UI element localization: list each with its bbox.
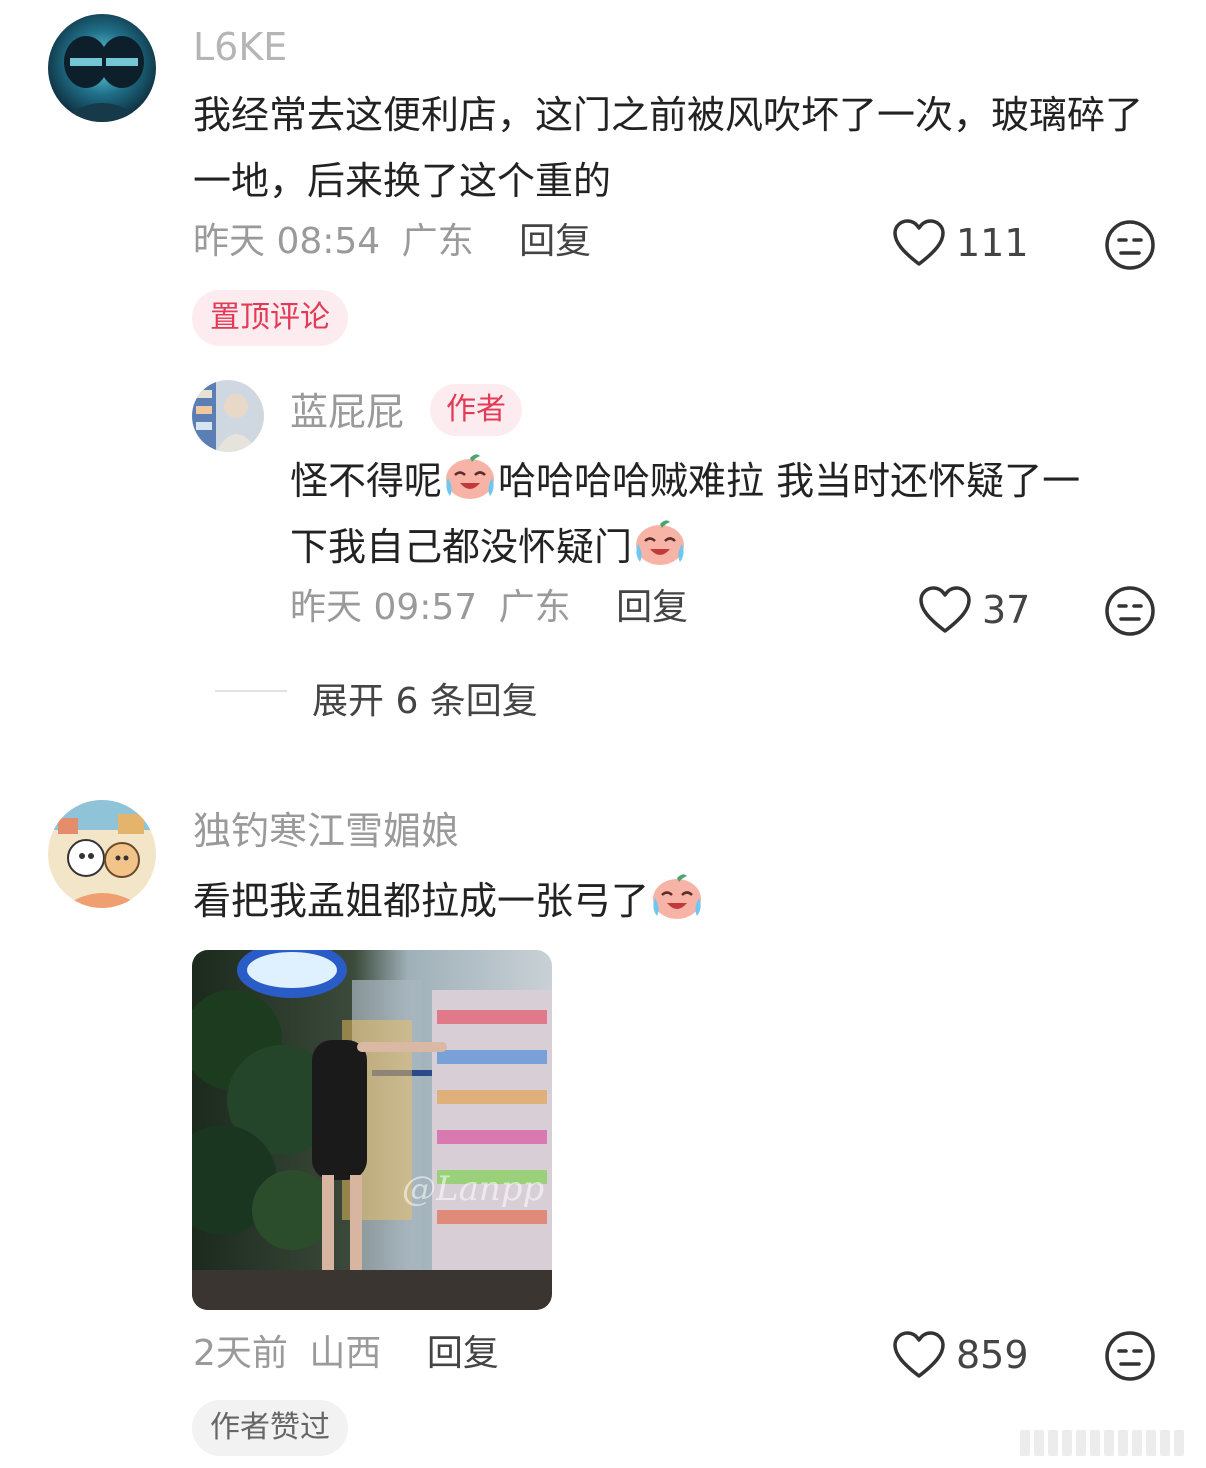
dislike-button[interactable]	[1104, 1330, 1156, 1382]
comment-time: 昨天 08:54	[193, 221, 381, 262]
reply-meta: 昨天 09:57 广东 回复	[290, 590, 688, 626]
like-count: 37	[982, 588, 1031, 632]
watermark	[1020, 1430, 1184, 1456]
comment-location: 山西	[309, 1333, 382, 1374]
pinned-comment-badge: 置顶评论	[192, 290, 348, 346]
reply-text-part3: 下我自己都没怀疑门	[290, 525, 633, 569]
laugh-cry-emoji	[632, 516, 688, 568]
comment-text-body: 看把我孟姐都拉成一张弓了	[193, 879, 650, 923]
reply-location: 广东	[498, 587, 571, 628]
meh-face-icon	[1105, 220, 1155, 270]
author-tag: 作者	[430, 384, 522, 436]
comment-meta: 2天前 山西 回复	[193, 1336, 499, 1372]
like-count: 111	[956, 221, 1029, 265]
author-liked-badge: 作者赞过	[192, 1400, 348, 1456]
comment-username[interactable]: 独钓寒江雪媚娘	[193, 812, 459, 850]
avatar[interactable]	[48, 800, 156, 908]
reply-button[interactable]: 回复	[519, 221, 591, 262]
like-button[interactable]: 37	[918, 585, 1030, 635]
reply-text-part1: 怪不得呢	[290, 459, 443, 503]
heart-outline-icon	[893, 219, 945, 266]
laugh-cry-emoji	[649, 870, 705, 922]
meh-face-icon	[1105, 1331, 1155, 1381]
reply-username[interactable]: 蓝屁屁	[290, 393, 404, 431]
meh-face-icon	[1105, 586, 1155, 636]
expand-divider	[215, 690, 287, 692]
like-button[interactable]: 111	[892, 218, 1029, 268]
comment-text: 看把我孟姐都拉成一张弓了	[193, 868, 705, 934]
avatar[interactable]	[48, 14, 156, 122]
dislike-button[interactable]	[1104, 219, 1156, 271]
expand-replies-button[interactable]: 展开 6 条回复	[312, 672, 538, 724]
like-count: 859	[956, 1333, 1029, 1377]
like-button[interactable]: 859	[892, 1330, 1029, 1380]
avatar[interactable]	[192, 380, 264, 452]
laugh-cry-emoji	[442, 450, 498, 502]
reply-text: 怪不得呢 哈哈哈哈贼难拉 我当时还怀疑了一 下我自己都没怀疑门	[290, 448, 1170, 580]
heart-outline-icon	[919, 586, 971, 633]
comment-image[interactable]: @Lanpp	[192, 950, 552, 1310]
comment-username[interactable]: L6KE	[193, 28, 287, 66]
reply-text-part2: 哈哈哈哈贼难拉 我当时还怀疑了一	[498, 459, 1081, 503]
comment-time: 2天前	[193, 1333, 288, 1374]
heart-outline-icon	[893, 1331, 945, 1378]
comment-text: 我经常去这便利店，这门之前被风吹坏了一次，玻璃碎了一地，后来换了这个重的	[193, 93, 1144, 203]
comment-meta: 昨天 08:54 广东 回复	[193, 224, 591, 260]
reply-button[interactable]: 回复	[427, 1333, 499, 1374]
image-watermark: @Lanpp	[402, 1169, 544, 1209]
reply-time: 昨天 09:57	[290, 587, 478, 628]
reply-button[interactable]: 回复	[616, 587, 688, 628]
comment-location: 广东	[401, 221, 474, 262]
dislike-button[interactable]	[1104, 585, 1156, 637]
